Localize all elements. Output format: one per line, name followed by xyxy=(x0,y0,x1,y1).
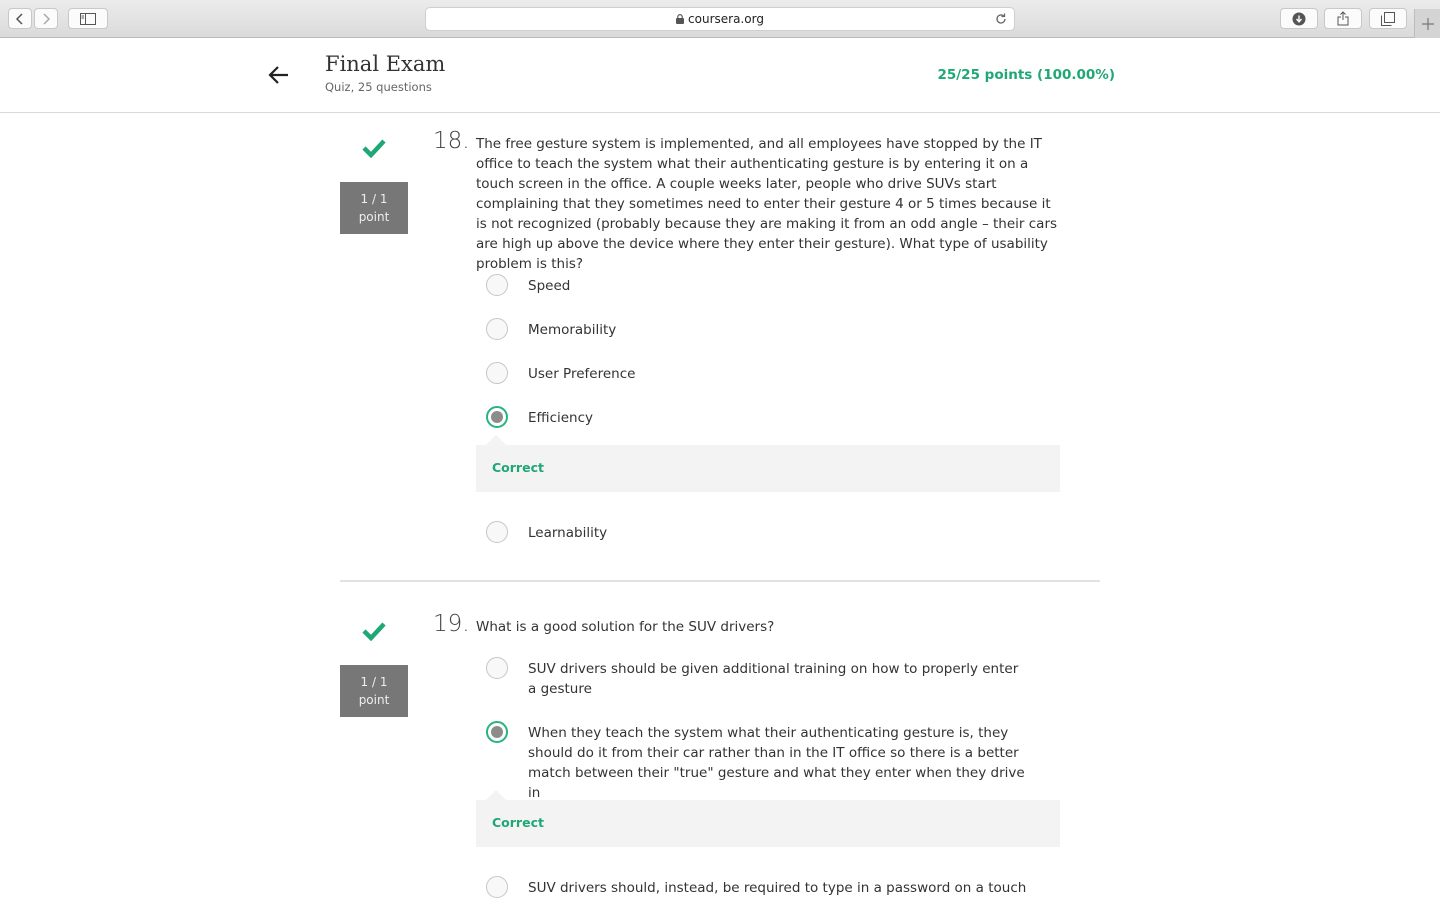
browser-forward-button[interactable] xyxy=(34,8,58,29)
download-icon xyxy=(1292,12,1306,25)
radio-button-selected[interactable] xyxy=(486,406,508,428)
address-bar[interactable]: coursera.org xyxy=(425,7,1015,31)
question-text: What is a good solution for the SUV driv… xyxy=(476,619,775,635)
answer-label: Efficiency xyxy=(528,410,594,426)
answer-label: When they teach the system what their au… xyxy=(528,725,1025,801)
quiz-score: 25/25 points (100.00%) xyxy=(937,67,1115,83)
quiz-content: 1 / 1 point 18. The free gesture system … xyxy=(0,114,1440,900)
quiz-title: Final Exam xyxy=(325,52,446,76)
plus-icon xyxy=(1421,17,1434,30)
question-text: The free gesture system is implemented, … xyxy=(476,136,1058,272)
radio-button[interactable] xyxy=(486,362,508,384)
points-unit: point xyxy=(358,693,390,707)
radio-button[interactable] xyxy=(486,274,508,296)
radio-button-selected[interactable] xyxy=(486,721,508,743)
sidebar-toggle-button[interactable] xyxy=(68,8,108,29)
share-icon xyxy=(1337,11,1349,26)
radio-button[interactable] xyxy=(486,876,508,898)
browser-toolbar: coursera.org xyxy=(0,0,1440,38)
quiz-header: Final Exam Quiz, 25 questions 25/25 poin… xyxy=(0,38,1440,113)
answer-label: SUV drivers should, instead, be required… xyxy=(528,880,1027,896)
radio-button[interactable] xyxy=(486,521,508,543)
browser-back-button[interactable] xyxy=(8,8,32,29)
checkmark-icon xyxy=(362,139,386,158)
tabs-icon xyxy=(1381,11,1395,26)
points-unit: point xyxy=(358,210,390,224)
points-value: 1 / 1 xyxy=(360,675,388,689)
feedback-box: Correct xyxy=(476,790,1060,847)
share-button[interactable] xyxy=(1324,8,1362,29)
lock-icon xyxy=(676,14,685,24)
answer-label: SUV drivers should be given additional t… xyxy=(528,661,1019,697)
sidebar-icon xyxy=(80,12,96,25)
feedback-correct: Correct xyxy=(492,815,544,830)
chevron-right-icon xyxy=(43,12,51,25)
answer-label: Learnability xyxy=(528,525,608,541)
downloads-button[interactable] xyxy=(1280,8,1318,29)
url-text: coursera.org xyxy=(688,12,764,26)
question-number: 18. xyxy=(433,128,470,154)
radio-button[interactable] xyxy=(486,318,508,340)
tabs-overview-button[interactable] xyxy=(1369,8,1407,29)
radio-button[interactable] xyxy=(486,657,508,679)
points-value: 1 / 1 xyxy=(360,192,388,206)
points-badge: 1 / 1 point xyxy=(340,182,408,234)
chevron-left-icon xyxy=(15,12,23,25)
arrow-left-icon[interactable] xyxy=(266,62,292,88)
reload-icon[interactable] xyxy=(994,12,1008,26)
feedback-box: Correct xyxy=(476,435,1060,492)
answer-label: Speed xyxy=(528,278,571,294)
feedback-correct: Correct xyxy=(492,460,544,475)
quiz-subtitle: Quiz, 25 questions xyxy=(325,80,432,94)
question-number: 19. xyxy=(433,611,470,637)
points-badge: 1 / 1 point xyxy=(340,665,408,717)
new-tab-button[interactable] xyxy=(1414,9,1440,38)
checkmark-icon xyxy=(362,622,386,641)
answer-label: User Preference xyxy=(528,366,636,382)
question-divider xyxy=(340,580,1100,582)
answer-label: Memorability xyxy=(528,322,617,338)
